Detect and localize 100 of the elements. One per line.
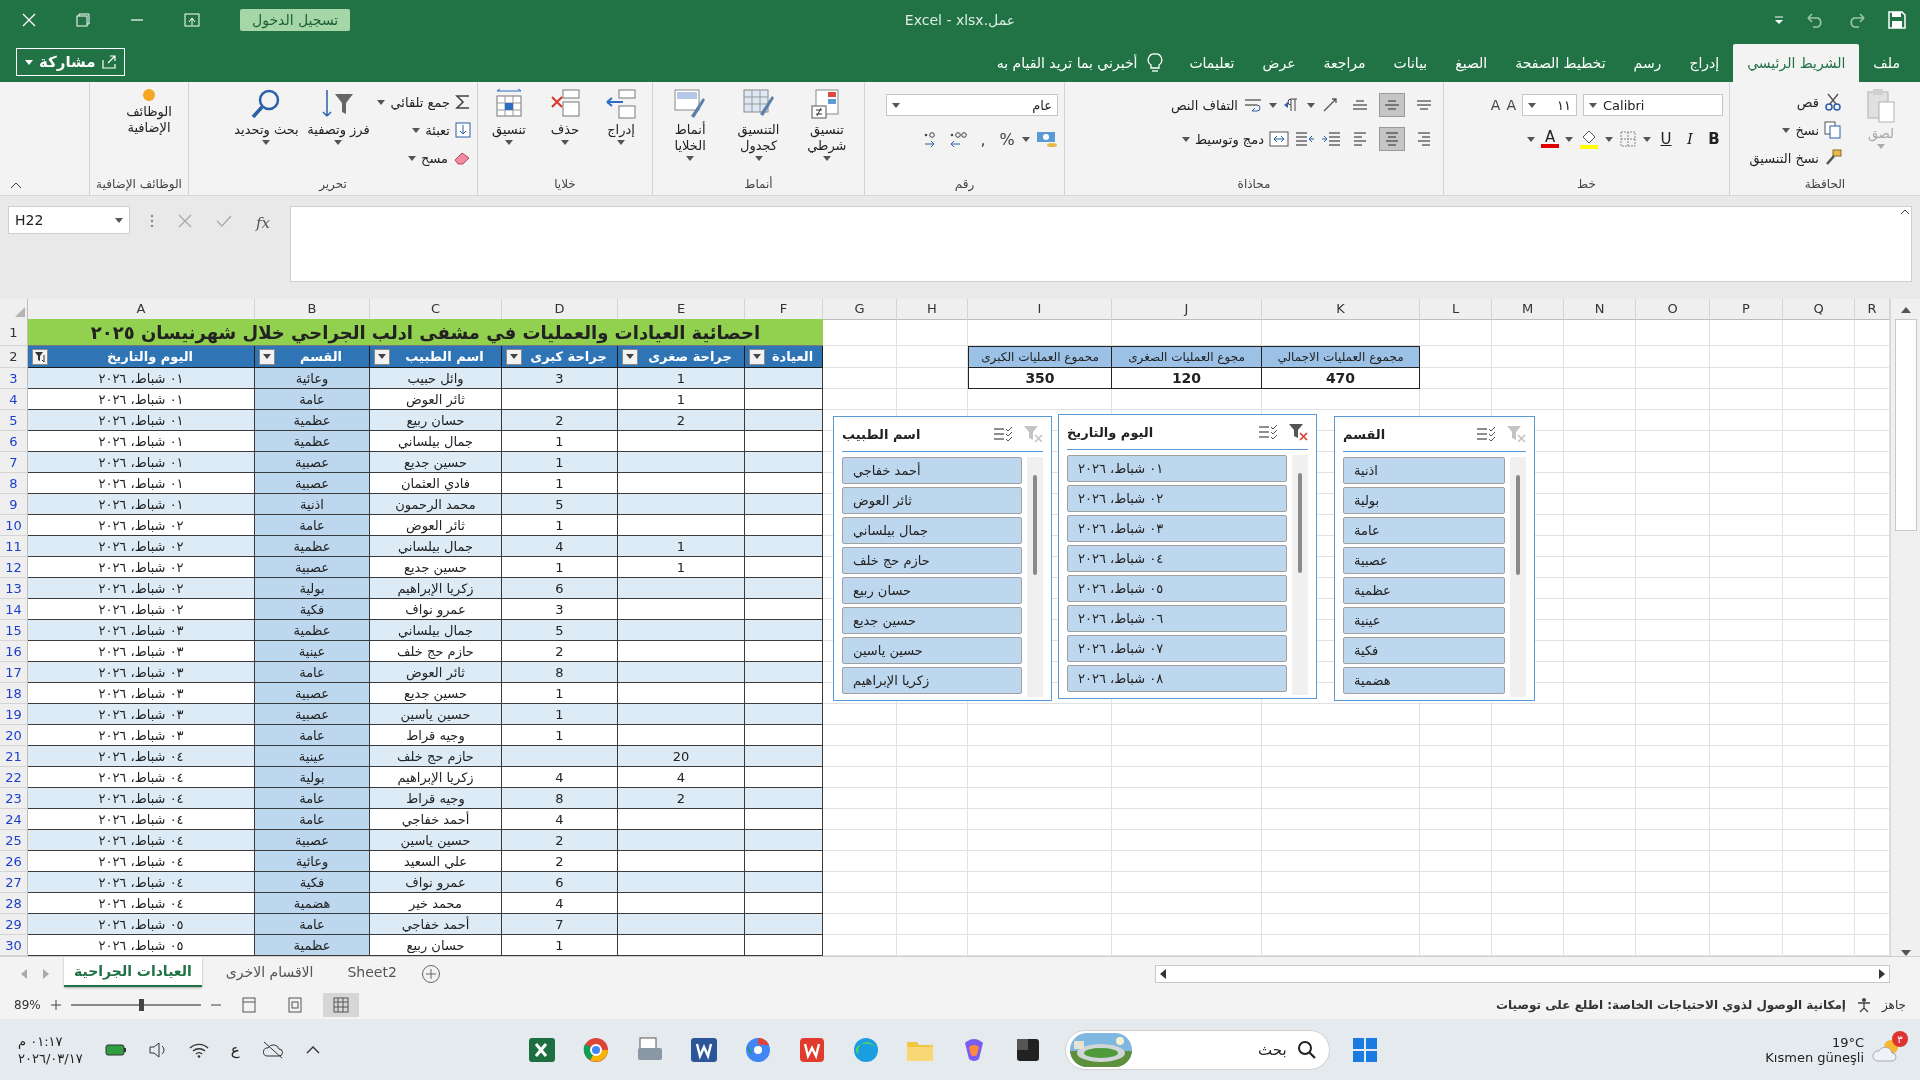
sign-in-button[interactable]: تسجيل الدخول [240,9,351,31]
row-number[interactable]: 12 [0,557,28,578]
row-number[interactable]: 11 [0,536,28,557]
slicer-item[interactable]: ثائر العوض [842,487,1022,514]
row-number[interactable]: 20 [0,725,28,746]
row-number[interactable]: 5 [0,410,28,431]
increase-font-size-button[interactable]: A [1506,97,1516,113]
slicer-item[interactable]: ٠٧ شباط، ٢٠٢٦ [1067,635,1287,662]
bold-button[interactable]: B [1705,130,1723,148]
row-number[interactable]: 18 [0,683,28,704]
collapse-ribbon-icon[interactable] [10,181,22,189]
percent-button[interactable]: % [998,129,1016,149]
zoom-in-icon[interactable] [50,1000,61,1010]
filter-dropdown[interactable] [259,348,275,365]
font-size-field[interactable]: ١١ [1522,94,1577,116]
slicer-item[interactable]: عامة [1343,517,1505,544]
row-number[interactable]: 15 [0,620,28,641]
row-number[interactable]: 27 [0,872,28,893]
alignment-button[interactable] [1379,127,1405,151]
volume-icon[interactable] [148,1042,167,1058]
styles-button[interactable]: تنسيق شرطي [795,86,858,161]
close-icon[interactable] [22,13,36,27]
filter-dropdown[interactable] [374,348,390,365]
ribbon-tab[interactable]: تخطيط الصفحة [1501,44,1620,82]
wrap-text-button[interactable]: التفاف النص [1170,93,1263,117]
add-ins-button[interactable]: الوظائف الإضافية [116,86,182,136]
slicer-item[interactable]: زكريا الإبراهيم [842,667,1022,694]
add-sheet-icon[interactable] [420,964,441,984]
row-number[interactable]: 7 [0,452,28,473]
formula-field[interactable] [290,206,1912,282]
start-icon[interactable] [1351,1037,1378,1063]
comma-button[interactable]: , [974,129,992,149]
increase-decimal-icon[interactable] [948,130,968,148]
row-number[interactable]: 2 [0,346,28,368]
slicer-item[interactable]: عظمية [1343,577,1505,604]
row-number[interactable]: 30 [0,935,28,956]
ribbon-tab[interactable]: الشريط الرئيسي [1733,44,1860,82]
ribbon-tab[interactable]: الصيغ [1441,44,1502,82]
slicer-item[interactable]: ٠٢ شباط، ٢٠٢٦ [1067,485,1287,512]
row-number[interactable]: 6 [0,431,28,452]
decrease-indent-icon[interactable] [1295,130,1315,148]
styles-button[interactable]: التنسيق كجدول [727,86,790,161]
column-header[interactable]: L [1420,299,1492,320]
collapse-formula-icon[interactable] [1900,208,1910,215]
slicer-item[interactable]: ٠١ شباط، ٢٠٢٦ [1067,455,1287,482]
fill-color-icon[interactable] [1579,129,1599,149]
scrollbar[interactable] [1510,457,1526,697]
fill-button[interactable]: تعبئة [377,118,471,142]
ribbon-tab[interactable]: مراجعة [1309,44,1380,82]
column-header[interactable]: K [1262,299,1420,320]
slicer-item[interactable]: حسين ياسين [842,637,1022,664]
view-button[interactable] [322,993,359,1017]
temperature[interactable]: 19°C [1831,1035,1864,1050]
slicer-item[interactable]: ٠٨ شباط، ٢٠٢٦ [1067,665,1287,692]
slicer-item[interactable]: بولية [1343,487,1505,514]
tell-me-field[interactable]: أخبرني بما تريد القيام به [996,55,1138,71]
column-header[interactable]: P [1710,299,1783,320]
next-sheet-icon[interactable] [42,969,50,979]
column-header[interactable]: I [968,299,1112,320]
row-number[interactable]: 23 [0,788,28,809]
row-number[interactable]: 25 [0,830,28,851]
filter-dropdown[interactable] [32,348,48,365]
slicer-item[interactable]: فكية [1343,637,1505,664]
search-field[interactable]: بحث [1064,1030,1330,1070]
column-header[interactable]: G [823,299,897,320]
font-color-button[interactable]: A [1541,130,1559,148]
save-icon[interactable] [1888,11,1906,29]
column-header[interactable]: Q [1783,299,1855,320]
scrollbar-thumb[interactable] [1298,473,1302,573]
row-number[interactable]: 4 [0,389,28,410]
slicer-item[interactable]: اذنية [1343,457,1505,484]
column-header[interactable]: M [1492,299,1564,320]
cells-button[interactable]: تنسيق [484,86,534,145]
cells-button[interactable]: حذف [540,86,590,145]
slicer-item[interactable]: جمال بيلساني [842,517,1022,544]
decrease-font-size-button[interactable]: A [1490,97,1501,113]
ribbon-tab[interactable]: تعليمات [1175,44,1249,82]
wifi-icon[interactable] [188,1042,209,1058]
italic-button[interactable]: I [1681,130,1699,148]
accessibility-status[interactable]: إمكانية الوصول لذوي الاحتياجات الخاصة: اطلع على توصيات [1495,998,1846,1012]
alignment-button[interactable] [1379,93,1405,117]
row-number[interactable]: 8 [0,473,28,494]
scrollbar-thumb[interactable] [1516,475,1520,575]
language-indicator[interactable]: ع [230,1041,240,1059]
column-header[interactable]: O [1636,299,1710,320]
customize-icon[interactable] [1774,15,1784,25]
scrollbar-thumb[interactable] [1894,319,1917,531]
filter-dropdown[interactable] [622,348,638,365]
zoom-level[interactable]: 89% [14,998,41,1012]
ribbon-tab[interactable]: ملف [1859,44,1914,82]
zoom-slider[interactable] [70,999,201,1011]
battery-icon[interactable] [104,1043,127,1057]
styles-button[interactable]: أنماط الخلايا [659,86,722,161]
horizontal-scrollbar[interactable] [1155,965,1890,983]
ribbon-tab[interactable]: عرض [1248,44,1310,82]
slicer-item[interactable]: أحمد خفاجي [842,457,1022,484]
merge-center-button[interactable]: دمج وتوسيط [1181,127,1289,151]
word-processor-icon[interactable] [688,1035,719,1065]
row-number[interactable]: 10 [0,515,28,536]
sheet-tab[interactable]: Sheet2 [337,957,407,987]
